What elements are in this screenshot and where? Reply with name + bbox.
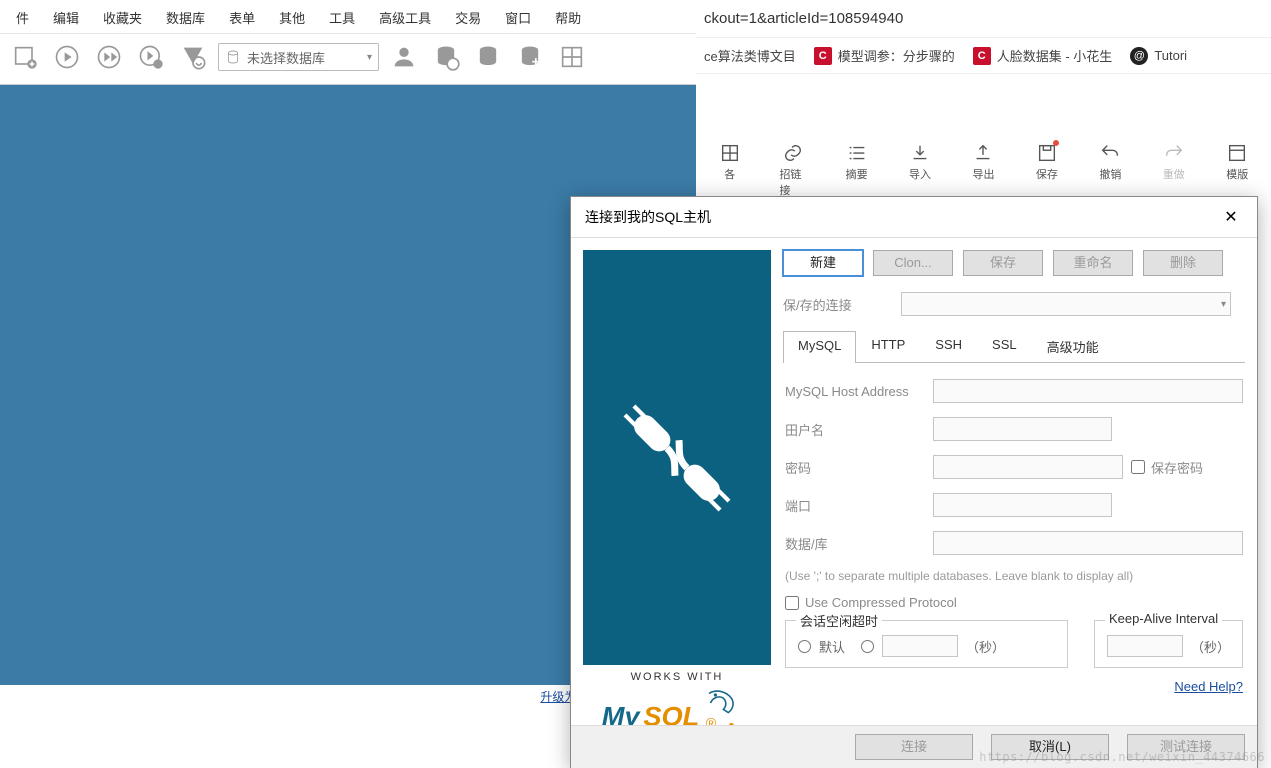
database-hint: (Use ';' to separate multiple databases.… (785, 569, 1243, 583)
plug-icon (607, 388, 747, 528)
menu-item[interactable]: 高级工具 (367, 6, 443, 29)
bookmark-item[interactable]: C模型调参：分步骤的 (814, 46, 955, 65)
need-help-link[interactable]: Need Help? (1174, 679, 1243, 694)
new-query-icon[interactable] (8, 40, 42, 74)
idle-seconds-input[interactable] (882, 635, 958, 657)
db-action-icon[interactable] (513, 40, 547, 74)
chevron-down-icon: ▾ (1221, 299, 1226, 310)
works-with-label: WORKS WITH (583, 671, 771, 683)
execute-next-icon[interactable] (92, 40, 126, 74)
execute-all-icon[interactable] (134, 40, 168, 74)
editor-save-icon[interactable]: 保存 (1033, 142, 1060, 182)
clone-button[interactable]: Clon... (873, 250, 953, 276)
bookmark-item[interactable]: C人脸数据集 - 小花生 (973, 46, 1113, 65)
tab-mysql[interactable]: MySQL (783, 331, 856, 363)
editor-import-icon[interactable]: 导入 (906, 142, 933, 182)
idle-default-radio[interactable] (798, 640, 811, 653)
bookmark-icon: @ (1130, 47, 1148, 65)
password-label: 密码 (785, 458, 925, 477)
host-label: MySQL Host Address (785, 384, 925, 399)
editor-redo-icon[interactable]: 重做 (1160, 142, 1187, 182)
port-input[interactable] (933, 493, 1112, 517)
tab-ssh[interactable]: SSH (920, 330, 977, 362)
refresh-icon[interactable] (176, 40, 210, 74)
idle-custom-radio[interactable] (861, 640, 874, 653)
editor-grid-icon[interactable]: 各 (716, 142, 743, 182)
connection-buttons: 新建 Clon... 保存 重命名 删除 (783, 250, 1245, 276)
editor-link-icon[interactable]: 招链接 (779, 142, 806, 198)
save-button[interactable]: 保存 (963, 250, 1043, 276)
database-input[interactable] (933, 531, 1243, 555)
keepalive-seconds-input[interactable] (1107, 635, 1183, 657)
menu-item[interactable]: 表单 (217, 6, 267, 29)
brand-panel: WORKS WITH My SQL ® (583, 250, 771, 756)
form-panel: 新建 Clon... 保存 重命名 删除 保/存的连接 ▾ MySQL HTTP… (783, 250, 1245, 756)
new-button[interactable]: 新建 (783, 250, 863, 276)
editor-undo-icon[interactable]: 撤销 (1097, 142, 1124, 182)
menu-item[interactable]: 件 (4, 6, 41, 29)
save-password-checkbox[interactable]: 保存密码 (1131, 458, 1203, 477)
keepalive-legend: Keep-Alive Interval (1105, 611, 1222, 626)
close-button[interactable]: ✕ (1217, 205, 1245, 229)
menu-item[interactable]: 编辑 (41, 6, 91, 29)
chevron-down-icon: ▾ (367, 52, 372, 63)
idle-timeout-group: 会话空闲超时 默认 （秒） (785, 620, 1068, 668)
idle-timeout-legend: 会话空闲超时 (796, 611, 882, 630)
username-input[interactable] (933, 417, 1112, 441)
menu-item[interactable]: 交易 (443, 6, 493, 29)
help-row: Need Help? (785, 678, 1243, 696)
bookmarks-bar: ce算法类博文目 C模型调参：分步骤的 C人脸数据集 - 小花生 @Tutori (696, 38, 1271, 74)
bookmark-item[interactable]: ce算法类博文目 (704, 46, 796, 65)
tab-ssl[interactable]: SSL (977, 330, 1032, 362)
dialog-title: 连接到我的SQL主机 (585, 207, 711, 227)
execute-icon[interactable] (50, 40, 84, 74)
db-refresh-icon[interactable] (429, 40, 463, 74)
menu-item[interactable]: 收藏夹 (91, 6, 154, 29)
database-selector-text: 未选择数据库 (247, 48, 325, 67)
menu-item[interactable]: 帮助 (543, 6, 593, 29)
db-tool-icon[interactable] (471, 40, 505, 74)
editor-list-icon[interactable]: 摘要 (843, 142, 870, 182)
keepalive-group: Keep-Alive Interval （秒） (1094, 620, 1243, 668)
delete-button[interactable]: 删除 (1143, 250, 1223, 276)
bookmark-icon: C (973, 47, 991, 65)
tab-advanced[interactable]: 高级功能 (1032, 330, 1114, 362)
menubar: 件 编辑 收藏夹 数据库 表单 其他 工具 高级工具 交易 窗口 帮助 (0, 0, 696, 34)
database-selector[interactable]: 未选择数据库 ▾ (218, 43, 379, 71)
port-label: 端口 (785, 496, 925, 515)
address-bar[interactable]: ckout=1&articleId=108594940 (696, 0, 1271, 38)
grid-icon[interactable] (555, 40, 589, 74)
saved-connections-combo[interactable]: ▾ (901, 292, 1231, 316)
watermark: https://blog.csdn.net/weixin_44374666 (979, 750, 1265, 764)
compress-checkbox[interactable]: Use Compressed Protocol (785, 595, 1243, 610)
user-icon[interactable] (387, 40, 421, 74)
host-input[interactable] (933, 379, 1243, 403)
user-label: 田户名 (785, 420, 925, 439)
database-label: 数据/库 (785, 534, 925, 553)
menu-item[interactable]: 窗口 (493, 6, 543, 29)
editor-export-icon[interactable]: 导出 (970, 142, 997, 182)
bookmark-icon: C (814, 47, 832, 65)
plug-graphic (583, 250, 771, 665)
dialog-titlebar: 连接到我的SQL主机 ✕ (571, 197, 1257, 238)
connection-dialog: 连接到我的SQL主机 ✕ (570, 196, 1258, 768)
saved-connections-label: 保/存的连接 (783, 295, 893, 314)
toolbar: 未选择数据库 ▾ (0, 34, 696, 85)
connect-button[interactable]: 连接 (855, 734, 973, 760)
editor-template-icon[interactable]: 模版 (1224, 142, 1251, 182)
tabs: MySQL HTTP SSH SSL 高级功能 (783, 330, 1245, 363)
menu-item[interactable]: 其他 (267, 6, 317, 29)
rename-button[interactable]: 重命名 (1053, 250, 1133, 276)
database-icon (225, 49, 241, 65)
menu-item[interactable]: 数据库 (154, 6, 217, 29)
browser-background: ckout=1&articleId=108594940 ce算法类博文目 C模型… (696, 0, 1271, 200)
password-input[interactable] (933, 455, 1123, 479)
tab-http[interactable]: HTTP (856, 330, 920, 362)
bookmark-item[interactable]: @Tutori (1130, 47, 1187, 65)
menu-item[interactable]: 工具 (317, 6, 367, 29)
